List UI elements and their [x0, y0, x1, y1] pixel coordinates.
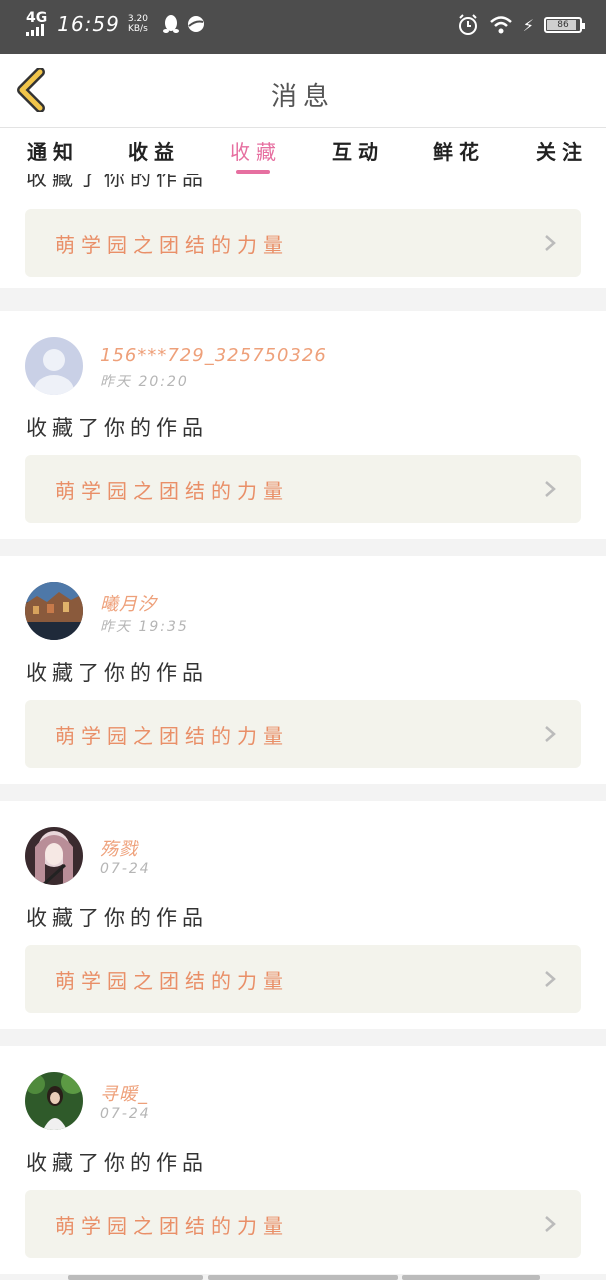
tab-notifications[interactable]: 通知 [27, 136, 79, 165]
timestamp: 07-24 [100, 1106, 151, 1122]
avatar[interactable] [25, 1072, 83, 1130]
list-item: 曦月汐 昨天 19:35 收藏了你的作品 萌学园之团结的力量 [0, 556, 606, 784]
avatar[interactable] [25, 827, 83, 885]
browser-icon [187, 16, 204, 32]
anime-avatar-icon [25, 827, 83, 885]
chevron-right-icon [545, 1216, 556, 1232]
page-title: 消息 [270, 82, 335, 112]
list-item: 156***729_325750326 昨天 20:20 收藏了你的作品 萌学园… [0, 311, 606, 539]
list-item: 寻暖_ 07-24 收藏了你的作品 萌学园之团结的力量 [0, 1046, 606, 1274]
qq-icon [162, 15, 179, 33]
clock: 16:59 [57, 12, 120, 36]
alarm-icon [458, 14, 477, 35]
avatar[interactable] [25, 582, 83, 640]
work-card[interactable]: 萌学园之团结的力量 [25, 455, 581, 523]
avatar[interactable] [25, 337, 83, 395]
username[interactable]: 殇戮 [100, 835, 138, 861]
status-bar: 4G 16:59 3.20 KB/s ⚡ 86 [0, 0, 606, 54]
chevron-right-icon [545, 726, 556, 742]
landscape-avatar-icon [25, 582, 83, 640]
scroll-indicator [0, 1273, 606, 1280]
work-title: 萌学园之团结的力量 [55, 724, 289, 748]
header: 消息 [0, 54, 606, 128]
tab-follows[interactable]: 关注 [536, 136, 588, 165]
username[interactable]: 156***729_325750326 [100, 345, 327, 366]
action-text: 收藏了你的作品 [26, 906, 208, 930]
action-text: 收藏了你的作品 [26, 174, 208, 190]
action-text: 收藏了你的作品 [26, 416, 208, 440]
battery-level: 86 [557, 20, 569, 30]
charging-icon: ⚡ [522, 15, 534, 35]
chevron-right-icon [545, 481, 556, 497]
work-card[interactable]: 萌学园之团结的力量 [25, 700, 581, 768]
username[interactable]: 寻暖_ [100, 1080, 148, 1106]
work-title: 萌学园之团结的力量 [55, 233, 289, 257]
work-card[interactable]: 萌学园之团结的力量 [25, 209, 581, 277]
timestamp: 昨天 19:35 [100, 619, 189, 635]
list-item: 殇戮 07-24 收藏了你的作品 萌学园之团结的力量 [0, 801, 606, 1029]
battery-icon: 86 [544, 17, 585, 33]
network-type: 4G [26, 10, 48, 26]
chevron-right-icon [545, 971, 556, 987]
signal-icon [26, 24, 44, 36]
tab-bar: 通知 收益 收藏 互动 鲜花 关注 [0, 128, 606, 174]
work-card[interactable]: 萌学园之团结的力量 [25, 945, 581, 1013]
work-title: 萌学园之团结的力量 [55, 969, 289, 993]
wifi-icon [489, 16, 512, 34]
tab-flowers[interactable]: 鲜花 [433, 136, 485, 165]
default-avatar-icon [34, 349, 74, 395]
chevron-right-icon [545, 235, 556, 251]
tab-interactions[interactable]: 互动 [332, 136, 384, 165]
tab-favorites[interactable]: 收藏 [230, 136, 282, 165]
tab-earnings[interactable]: 收益 [128, 136, 180, 165]
list-item: 收藏了你的作品 萌学园之团结的力量 [0, 174, 606, 288]
timestamp: 07-24 [100, 861, 151, 877]
work-card[interactable]: 萌学园之团结的力量 [25, 1190, 581, 1258]
work-title: 萌学园之团结的力量 [55, 479, 289, 503]
work-title: 萌学园之团结的力量 [55, 1214, 289, 1238]
girl-avatar-icon [25, 1072, 83, 1130]
timestamp: 昨天 20:20 [100, 374, 189, 390]
message-list: 收藏了你的作品 萌学园之团结的力量 156***729_325750326 昨天… [0, 174, 606, 1280]
username[interactable]: 曦月汐 [100, 590, 157, 616]
action-text: 收藏了你的作品 [26, 1151, 208, 1175]
network-speed: 3.20 KB/s [127, 14, 148, 34]
action-text: 收藏了你的作品 [26, 661, 208, 685]
